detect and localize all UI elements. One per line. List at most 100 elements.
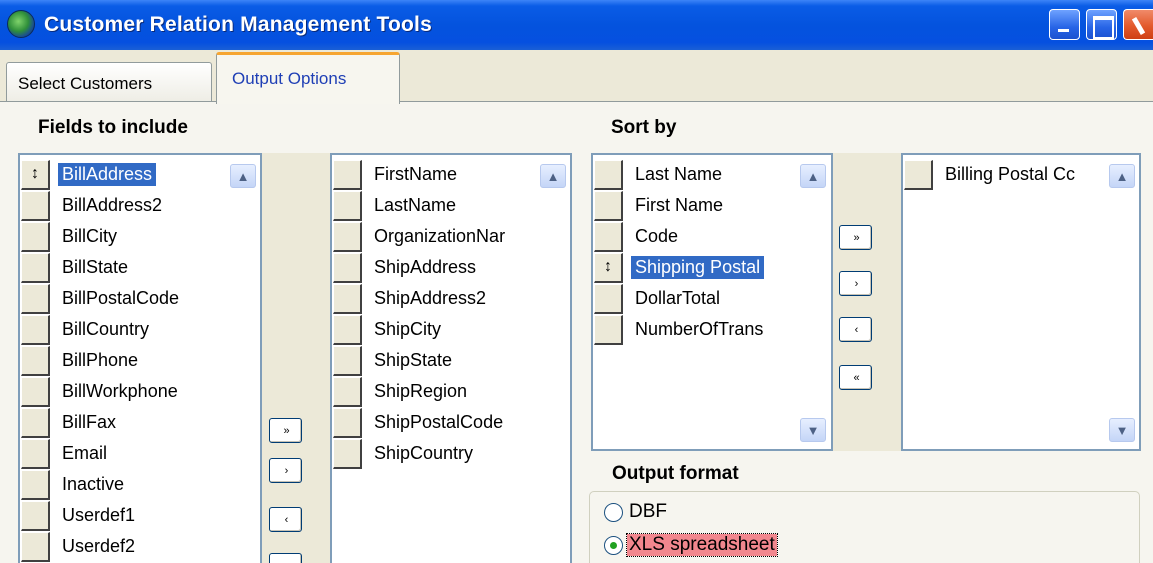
row-drag-handle[interactable] [333,376,362,407]
list-item[interactable]: BillCity [20,221,260,252]
list-item[interactable]: Userdef1 [20,500,260,531]
sort-move-left-button[interactable]: ‹ [839,317,872,342]
list-item[interactable]: OrganizationNar [332,221,570,252]
row-drag-handle[interactable] [21,190,50,221]
row-drag-handle[interactable] [594,314,623,345]
row-drag-handle[interactable] [21,283,50,314]
row-drag-handle[interactable] [594,221,623,252]
row-drag-handle[interactable]: ↕ [594,252,623,283]
scroll-down-icon[interactable]: ▼ [1109,418,1135,442]
sort-by-label: Sort by [611,117,677,138]
sort-available-list[interactable]: NumberOfTrans DollarTotal ↕ Shipping Postal… [591,153,833,451]
list-item-label: Userdef2 [62,536,136,556]
list-item[interactable]: First Name [593,190,831,221]
sort-move-all-right-button[interactable]: » [839,225,872,250]
list-item-label: ShipState [374,350,453,370]
sort-selected-list[interactable]: Billing Postal Cc ▲ ▼ [901,153,1141,451]
row-drag-handle[interactable] [333,314,362,345]
row-drag-handle[interactable] [904,159,933,190]
row-drag-handle[interactable] [333,221,362,252]
row-drag-handle[interactable] [594,159,623,190]
list-item[interactable]: ShipAddress [332,252,570,283]
scroll-up-icon[interactable]: ▲ [230,164,256,188]
move-all-right-button[interactable]: » [269,418,302,443]
radio-label: DBF [629,501,667,522]
list-item[interactable]: ↕ Shipping Postal [593,252,831,283]
scroll-up-icon[interactable]: ▲ [800,164,826,188]
list-item[interactable]: ShipState [332,345,570,376]
row-drag-handle[interactable] [21,314,50,345]
sort-move-all-left-button[interactable]: « [839,365,872,390]
radio-circle[interactable] [604,535,623,555]
list-item[interactable]: NumberOfTrans [593,314,831,345]
move-left-button[interactable]: ‹ [269,507,302,532]
list-item-label: ShipCountry [374,443,474,463]
row-drag-handle[interactable] [333,345,362,376]
row-drag-handle[interactable] [333,438,362,469]
row-drag-handle[interactable] [333,190,362,221]
tab-select-customers[interactable]: Select Customers [6,62,212,102]
sort-move-right-button[interactable]: › [839,271,872,296]
close-button[interactable] [1123,9,1153,40]
list-item[interactable]: BillCountry [20,314,260,345]
list-item[interactable]: BillPhone [20,345,260,376]
row-drag-handle[interactable] [21,221,50,252]
list-item-label: ShipRegion [374,381,468,401]
row-drag-handle[interactable] [21,438,50,469]
maximize-button[interactable] [1086,9,1117,40]
row-drag-handle[interactable] [594,190,623,221]
radio-xls[interactable]: XLS spreadsheet [604,533,778,557]
row-drag-handle[interactable] [21,531,50,562]
list-item[interactable]: ShipAddress2 [332,283,570,314]
tab-output-options[interactable]: Output Options [216,52,400,104]
list-item-label: BillAddress [58,163,157,186]
row-drag-handle[interactable] [21,252,50,283]
row-drag-handle[interactable] [333,407,362,438]
list-item[interactable]: FirstName [332,159,570,190]
list-item[interactable]: Email [20,438,260,469]
row-drag-handle[interactable] [21,345,50,376]
list-item-label: BillState [62,257,129,277]
list-item[interactable]: ↕ BillAddress [20,159,260,190]
radio-circle[interactable] [604,502,623,522]
list-item-label: BillCountry [62,319,150,339]
list-item[interactable]: BillAddress2 [20,190,260,221]
row-drag-handle[interactable] [333,252,362,283]
row-drag-handle[interactable] [21,407,50,438]
scroll-up-icon[interactable]: ▲ [540,164,566,188]
list-item[interactable]: ShipCountry [332,438,570,469]
list-item[interactable]: BillFax [20,407,260,438]
row-drag-handle[interactable] [333,283,362,314]
scroll-down-icon[interactable]: ▼ [800,418,826,442]
list-item[interactable]: Inactive [20,469,260,500]
list-item[interactable]: BillState [20,252,260,283]
list-item[interactable]: BillWorkphone [20,376,260,407]
scroll-up-icon[interactable]: ▲ [1109,164,1135,188]
included-fields-list[interactable]: ShipCountry ShipPostalCode ShipRegion ShipS… [330,153,572,563]
minimize-button[interactable] [1049,9,1080,40]
list-item[interactable]: BillPostalCode [20,283,260,314]
move-all-left-button[interactable]: « [269,553,302,563]
list-item-label: BillAddress2 [62,195,163,215]
list-item[interactable]: ShipPostalCode [332,407,570,438]
list-item[interactable]: LastName [332,190,570,221]
list-item[interactable]: Userdef2 [20,531,260,562]
row-drag-handle[interactable] [21,500,50,531]
list-item[interactable]: DollarTotal [593,283,831,314]
fields-to-include-label: Fields to include [38,117,188,138]
list-item[interactable]: Code [593,221,831,252]
row-drag-handle[interactable] [333,159,362,190]
list-item[interactable]: Last Name [593,159,831,190]
title-bar: Customer Relation Management Tools [0,0,1153,50]
row-drag-handle[interactable] [21,469,50,500]
list-item[interactable]: ShipCity [332,314,570,345]
list-item-label: BillPhone [62,350,139,370]
radio-dbf[interactable]: DBF [604,501,669,523]
move-right-button[interactable]: › [269,458,302,483]
list-item[interactable]: ShipRegion [332,376,570,407]
row-drag-handle[interactable] [21,376,50,407]
list-item[interactable]: Billing Postal Cc [903,159,1139,190]
row-drag-handle[interactable] [594,283,623,314]
available-fields-list[interactable]: Userdef2 Userdef1 Inactive Email BillFax Bill… [18,153,262,563]
row-drag-handle[interactable]: ↕ [21,159,50,190]
